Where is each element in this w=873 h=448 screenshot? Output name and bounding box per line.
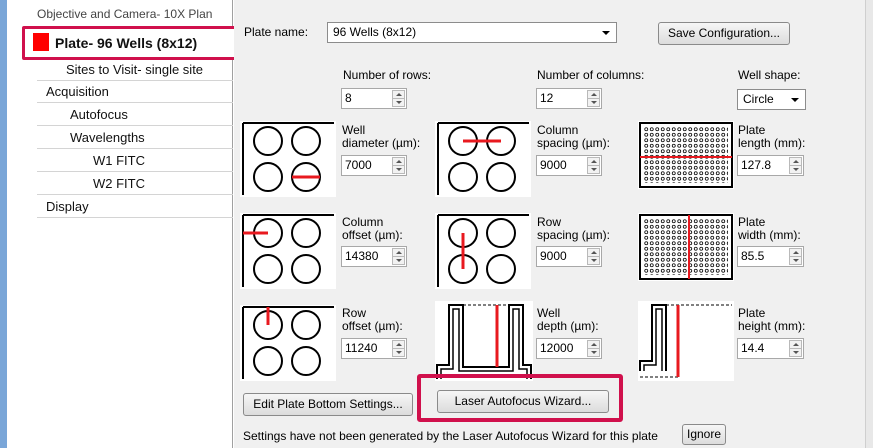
save-configuration-button[interactable]: Save Configuration... — [658, 22, 790, 45]
plate-height-label: Plate height (mm): — [738, 306, 806, 333]
tree-item-w2-fitc[interactable]: W2 FITC — [37, 173, 233, 195]
plate-length-diagram — [638, 121, 734, 189]
row-spacing-label: Row spacing (µm): — [537, 215, 610, 242]
plate-width-label: Plate width (mm): — [738, 215, 801, 242]
plate-width-diagram — [638, 213, 734, 281]
plate-name-label: Plate name: — [244, 25, 309, 39]
row-offset-diagram — [240, 305, 336, 381]
well-depth-label: Well depth (µm): — [537, 306, 599, 333]
row-spacing-spinner[interactable]: 9000 — [536, 246, 602, 267]
well-depth-value: 12000 — [540, 341, 574, 355]
row-offset-spinner[interactable]: 11240 — [341, 338, 407, 359]
plate-name-select[interactable]: 96 Wells (8x12) — [327, 22, 617, 43]
ignore-button[interactable]: Ignore — [682, 424, 726, 445]
well-shape-select[interactable]: Circle — [737, 89, 806, 110]
plate-name-value: 96 Wells (8x12) — [333, 25, 417, 39]
rows-spinner[interactable]: 8 — [341, 88, 407, 109]
columns-label: Number of columns: — [537, 68, 645, 82]
edit-plate-bottom-button[interactable]: Edit Plate Bottom Settings... — [243, 393, 413, 416]
rows-value: 8 — [345, 91, 352, 105]
chevron-down-icon — [602, 31, 610, 35]
plate-height-spinner[interactable]: 14.4 — [737, 338, 804, 359]
column-offset-value: 14380 — [345, 249, 379, 263]
laser-wizard-highlight — [417, 374, 623, 422]
column-spacing-diagram — [435, 121, 531, 197]
plate-length-value: 127.8 — [741, 158, 772, 172]
column-offset-diagram — [240, 213, 336, 289]
plate-width-spinner[interactable]: 85.5 — [737, 246, 804, 267]
tree-item-display[interactable]: Display — [37, 196, 233, 218]
well-depth-spinner[interactable]: 12000 — [536, 338, 602, 359]
row-spacing-value: 9000 — [540, 249, 567, 263]
tree-item-w1-fitc[interactable]: W1 FITC — [37, 150, 233, 172]
plate-width-value: 85.5 — [741, 249, 765, 263]
plate-length-spinner[interactable]: 127.8 — [737, 155, 804, 176]
tree-item-autofocus[interactable]: Autofocus — [37, 104, 233, 126]
rows-label: Number of rows: — [343, 68, 432, 82]
vertical-scrollbar[interactable] — [865, 0, 873, 448]
tree-item-objective-camera[interactable]: Objective and Camera- 10X Plan — [37, 6, 233, 22]
settings-tree: Objective and Camera- 10X Plan Plate- 96… — [0, 0, 240, 448]
well-diameter-spinner[interactable]: 7000 — [341, 155, 407, 176]
well-diameter-value: 7000 — [345, 158, 372, 172]
well-diameter-label: Well diameter (µm): — [342, 123, 421, 150]
tree-item-wavelengths[interactable]: Wavelengths — [37, 127, 233, 149]
status-message: Settings have not been generated by the … — [243, 429, 658, 443]
row-offset-label: Row offset (µm): — [342, 306, 403, 333]
column-spacing-spinner[interactable]: 9000 — [536, 155, 602, 176]
columns-value: 12 — [540, 91, 554, 105]
columns-spinner[interactable]: 12 — [536, 88, 602, 109]
plate-color-swatch — [33, 33, 49, 52]
plate-length-label: Plate length (mm): — [738, 123, 806, 150]
plate-height-diagram — [638, 301, 734, 381]
tree-item-plate[interactable]: Plate- 96 Wells (8x12) — [22, 26, 240, 60]
column-spacing-value: 9000 — [540, 158, 567, 172]
plate-height-value: 14.4 — [741, 341, 765, 355]
tree-item-plate-label: Plate- 96 Wells (8x12) — [55, 35, 198, 51]
tree-item-sites-to-visit[interactable]: Sites to Visit- single site — [37, 59, 233, 81]
well-depth-diagram — [435, 301, 533, 381]
tree-item-acquisition[interactable]: Acquisition — [37, 81, 233, 103]
row-spacing-diagram — [435, 213, 531, 289]
column-offset-label: Column offset (µm): — [342, 215, 403, 242]
row-offset-value: 11240 — [345, 341, 378, 355]
chevron-down-icon — [791, 98, 799, 102]
well-diameter-diagram — [240, 121, 336, 197]
column-offset-spinner[interactable]: 14380 — [341, 246, 407, 267]
well-shape-label: Well shape: — [738, 68, 801, 82]
well-shape-value: Circle — [743, 92, 774, 106]
column-spacing-label: Column spacing (µm): — [537, 123, 610, 150]
